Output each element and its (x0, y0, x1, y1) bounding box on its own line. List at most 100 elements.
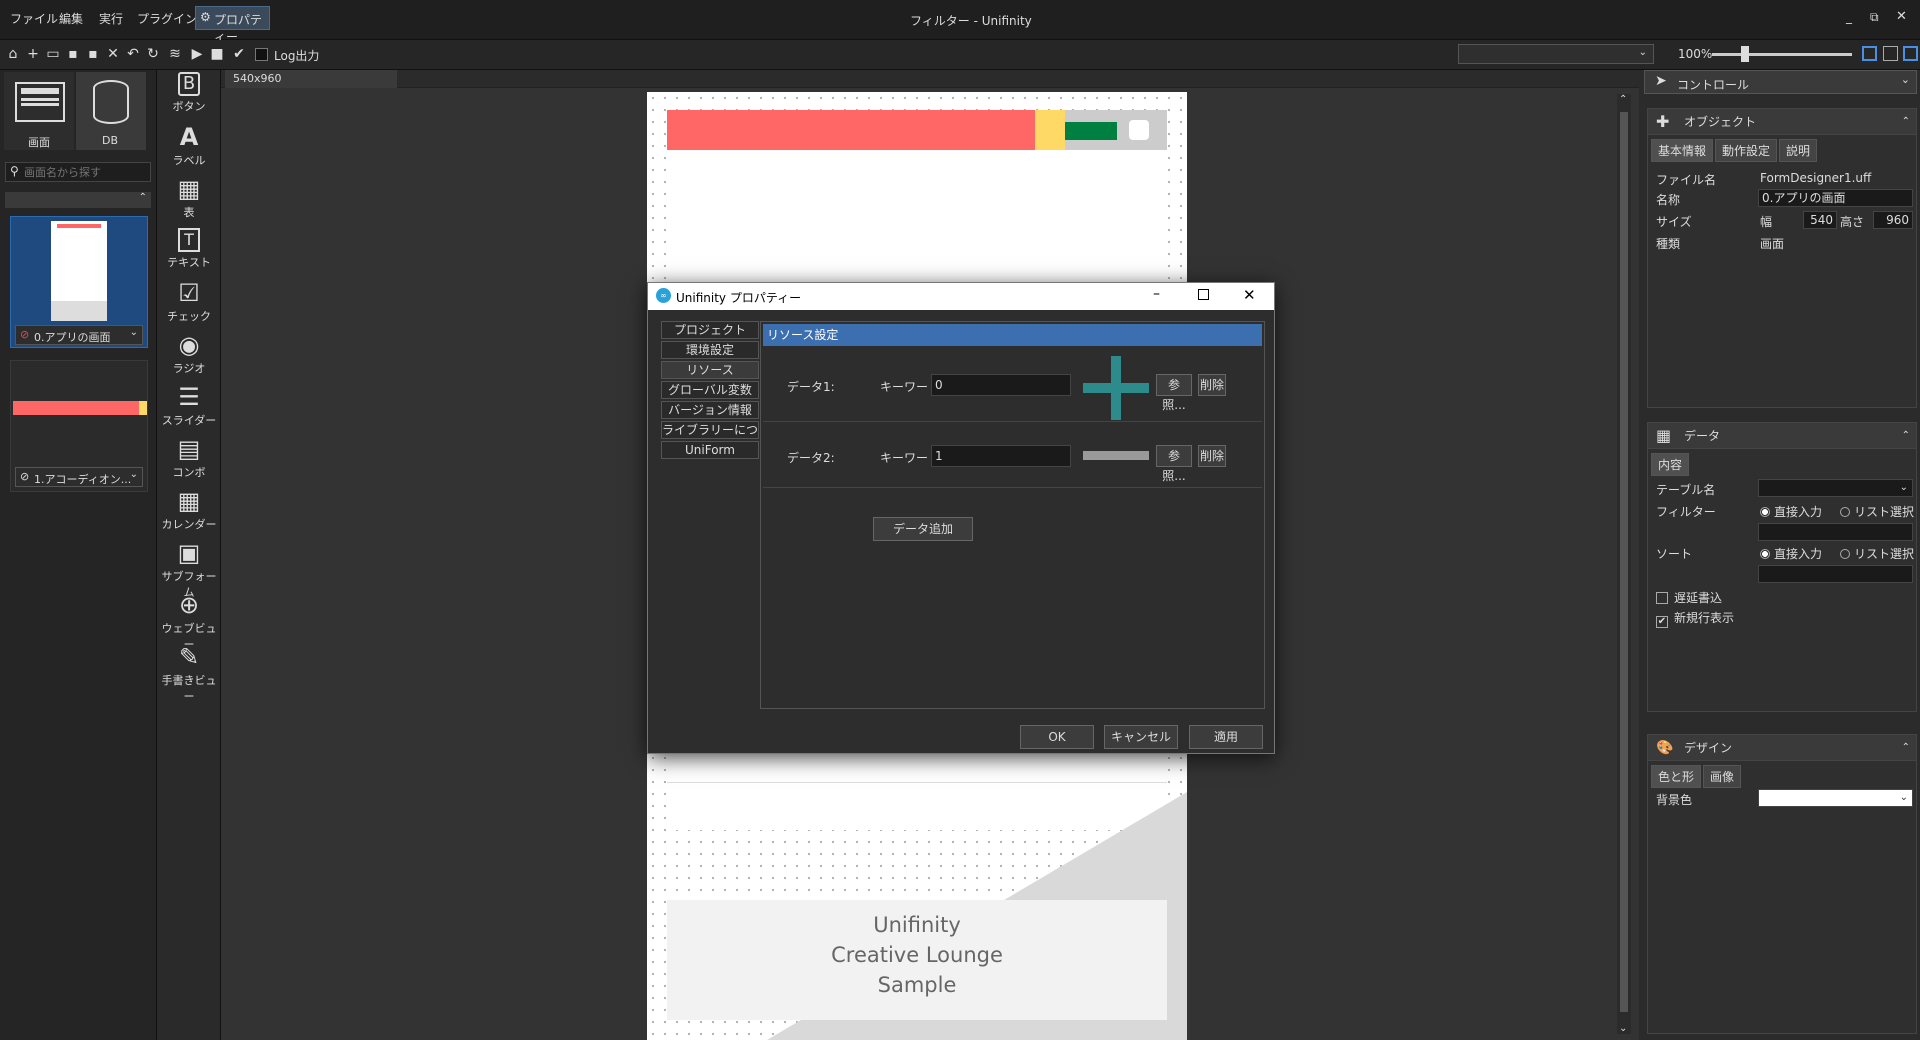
header-white-toggle[interactable] (1129, 120, 1149, 140)
nav-library[interactable]: ライブラリーについて (661, 421, 759, 453)
new-row-checkbox[interactable]: ✔ 新規行表示 (1656, 609, 1734, 628)
control-select[interactable]: ➤ コントロール ⌄ (1644, 70, 1917, 94)
palette-button[interactable]: B ボタン (157, 72, 221, 114)
palette-label[interactable]: A ラベル (157, 124, 221, 168)
sort-input[interactable] (1758, 565, 1913, 583)
palette-handwriting[interactable]: ✎ 手書きビュー (157, 644, 221, 704)
close-icon[interactable]: ✕ (1243, 286, 1256, 304)
palette-check[interactable]: ☑ チェック (157, 280, 221, 324)
delete-button[interactable]: 削除 (1198, 445, 1226, 467)
browse-button[interactable]: 参照... (1156, 445, 1192, 483)
save-icon[interactable]: ▪ (65, 46, 81, 62)
refresh-icon[interactable]: ↻ (145, 46, 161, 62)
tab-image[interactable]: 画像 (1703, 765, 1742, 788)
design-section-header[interactable]: 🎨 デザイン ⌃ (1648, 735, 1916, 761)
filter-direct-radio[interactable]: 直接入力 (1760, 503, 1822, 520)
canvas-scrollbar[interactable]: ⌃ ⌄ (1617, 94, 1631, 1034)
close-icon[interactable]: ✕ (1896, 9, 1907, 24)
palette-table[interactable]: ▦ 表 (157, 176, 221, 220)
header-bar-red[interactable] (667, 110, 1035, 150)
palette-combo[interactable]: ▤ コンボ (157, 436, 221, 480)
nav-uniform[interactable]: UniForm (661, 441, 759, 459)
width-field[interactable]: 540 (1803, 211, 1837, 229)
screen-tab[interactable]: 画面 (4, 72, 74, 150)
screen-item[interactable]: ⊘ 0.アプリの画面 ⌄ (10, 216, 148, 348)
height-field[interactable]: 960 (1873, 211, 1913, 229)
kind-value: 画面 (1760, 237, 1785, 251)
palette-radio[interactable]: ◉ ラジオ (157, 332, 221, 376)
undo-icon[interactable]: ↶ (125, 46, 141, 62)
add-icon[interactable]: + (25, 46, 41, 62)
ok-button[interactable]: OK (1020, 725, 1094, 749)
canvas-tab[interactable]: 540x960 (225, 70, 397, 88)
sort-direct-radio[interactable]: 直接入力 (1760, 545, 1822, 562)
device-select[interactable]: ⌄ (1458, 44, 1654, 64)
cancel-button[interactable]: キャンセル (1104, 725, 1178, 749)
zoom-slider-handle[interactable] (1741, 46, 1749, 62)
delay-write-checkbox[interactable]: 遅延書込 (1656, 589, 1722, 606)
nav-project[interactable]: プロジェクト (661, 321, 759, 339)
data-section-header[interactable]: ▦ データ ⌃ (1648, 423, 1916, 449)
name-field[interactable]: 0.アプリの画面 (1758, 189, 1913, 207)
log-checkbox[interactable] (255, 48, 268, 61)
keyword-input[interactable]: 0 (931, 374, 1071, 396)
search-input[interactable] (24, 164, 148, 180)
tab-content[interactable]: 内容 (1651, 453, 1690, 476)
screen-item[interactable]: ⊘ 1.アコーディオン... ⌄ (10, 360, 148, 492)
screen-item-select[interactable]: ⊘ 1.アコーディオン... ⌄ (15, 467, 143, 487)
check-icon[interactable]: ✔ (231, 46, 247, 62)
sort-list-radio[interactable]: リスト選択 (1840, 545, 1914, 562)
dialog-title-bar[interactable]: ∞ Unifinity プロパティー – ✕ (648, 283, 1274, 310)
tab-description[interactable]: 説明 (1779, 139, 1818, 162)
layout-triple-icon[interactable] (1903, 46, 1918, 61)
stop-icon[interactable]: ■ (209, 46, 225, 62)
header-green-block[interactable] (1065, 122, 1117, 140)
zoom-slider[interactable] (1712, 53, 1852, 56)
close-file-icon[interactable]: ✕ (105, 46, 121, 62)
menu-plugin[interactable]: プラグイン (137, 10, 197, 27)
menu-file[interactable]: ファイル (10, 10, 58, 27)
menu-properties[interactable]: ⚙ プロパティー (195, 6, 270, 44)
sample-label[interactable]: Unifinity Creative Lounge Sample (667, 900, 1167, 1020)
keyword-input[interactable]: 1 (931, 445, 1071, 467)
add-data-button[interactable]: データ追加 (873, 517, 973, 541)
nav-global-vars[interactable]: グローバル変数 (661, 381, 759, 399)
tab-color-shape[interactable]: 色と形 (1651, 765, 1702, 788)
play-icon[interactable]: ▶ (189, 46, 205, 62)
nav-version[interactable]: バージョン情報 (661, 401, 759, 419)
filter-list-radio[interactable]: リスト選択 (1840, 503, 1914, 520)
nav-resource[interactable]: リソース (661, 361, 759, 379)
wifi-icon[interactable]: ≋ (167, 46, 183, 62)
folder-icon[interactable]: ▭ (45, 46, 61, 62)
scrollbar-thumb[interactable] (1620, 112, 1628, 1012)
maximize-icon[interactable] (1198, 289, 1209, 300)
db-tab[interactable]: DB (76, 72, 146, 150)
palette-calendar[interactable]: ▦ カレンダー (157, 488, 221, 532)
header-bar-yellow[interactable] (1035, 110, 1065, 150)
minimize-icon[interactable]: _ (1846, 10, 1852, 24)
screen-list-header[interactable]: ⌃ (5, 192, 151, 208)
restore-icon[interactable]: ⧉ (1870, 10, 1879, 25)
home-icon[interactable]: ⌂ (5, 46, 21, 62)
object-section-header[interactable]: ✚ オブジェクト ⌃ (1648, 109, 1916, 135)
delete-button[interactable]: 削除 (1198, 374, 1226, 396)
browse-button[interactable]: 参照... (1156, 374, 1192, 412)
tab-basic-info[interactable]: 基本情報 (1651, 139, 1714, 162)
apply-button[interactable]: 適用 (1189, 725, 1263, 749)
menu-edit[interactable]: 編集 (59, 10, 83, 27)
palette-slider[interactable]: ☰ スライダー (157, 384, 221, 428)
menu-run[interactable]: 実行 (99, 10, 123, 27)
table-name-select[interactable]: ⌄ (1758, 479, 1913, 497)
background-color-select[interactable]: ⌄ (1758, 789, 1913, 807)
minimize-icon[interactable]: – (1153, 286, 1160, 302)
layout-single-icon[interactable] (1862, 46, 1877, 61)
filter-input[interactable] (1758, 523, 1913, 541)
chevron-down-icon: ⌄ (1899, 482, 1908, 493)
screen-item-select[interactable]: ⊘ 0.アプリの画面 ⌄ (15, 325, 143, 345)
palette-text[interactable]: T テキスト (157, 228, 221, 270)
screen-search-box[interactable]: ⚲ (5, 162, 151, 182)
nav-environment[interactable]: 環境設定 (661, 341, 759, 359)
layout-double-icon[interactable] (1883, 46, 1898, 61)
tab-behavior[interactable]: 動作設定 (1715, 139, 1778, 162)
save-all-icon[interactable]: ▪ (85, 46, 101, 62)
